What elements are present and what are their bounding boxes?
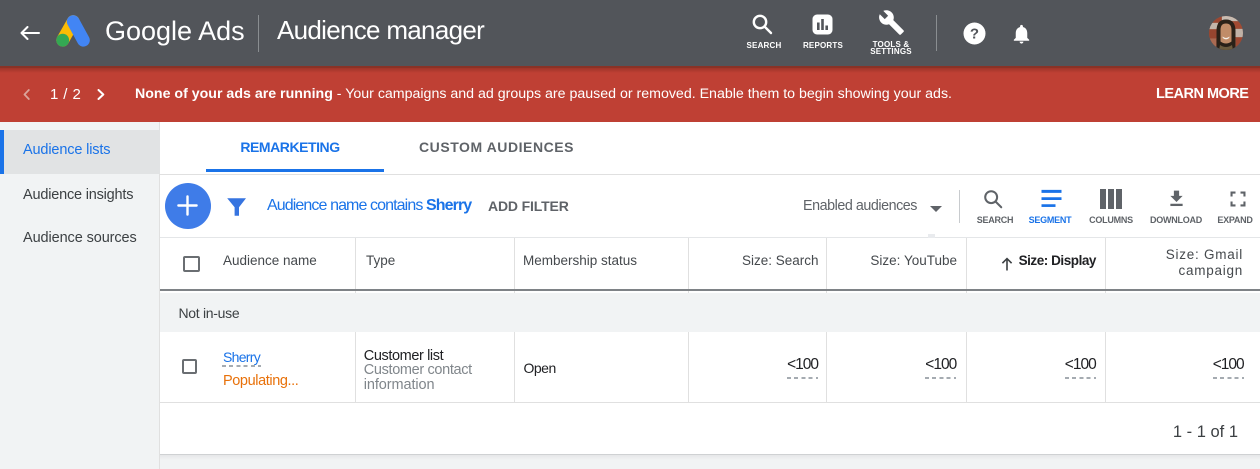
svg-text:?: ?	[970, 26, 979, 43]
